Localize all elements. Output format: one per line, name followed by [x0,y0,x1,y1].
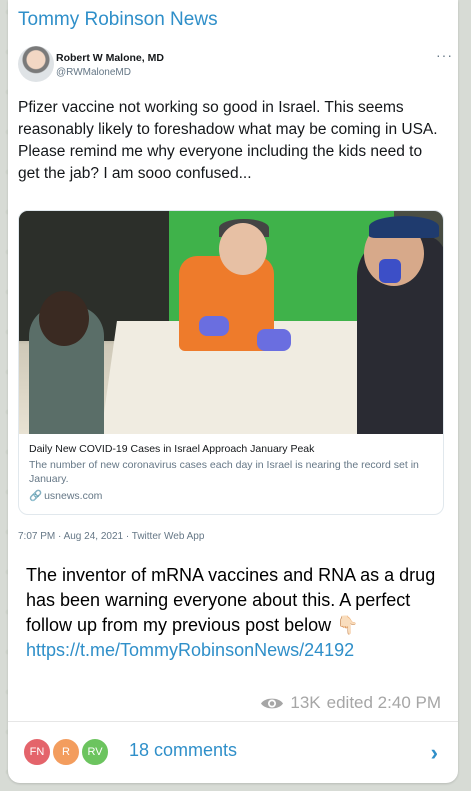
tweet-meta: 7:07 PM · Aug 24, 2021 · Twitter Web App [18,531,205,542]
article-photo [19,211,443,434]
message-text: The inventor of mRNA vaccines and RNA as… [26,565,436,635]
comments-bar[interactable]: FN R RV 18 comments › [8,722,458,783]
tweet-author-name: Robert W Malone, MD [56,52,164,64]
edited-timestamp: edited 2:40 PM [326,693,441,712]
card-domain: 🔗 usnews.com [19,486,443,502]
commenter-avatar: RV [80,737,110,767]
card-description: The number of new coronavirus cases each… [29,459,419,485]
tweet-text: Pfizer vaccine not working so good in Is… [18,99,438,182]
card-domain-text: usnews.com [44,490,103,502]
more-options-icon: ··· [436,47,453,63]
channel-title[interactable]: Tommy Robinson News [18,9,218,31]
commenter-avatar: FN [22,737,52,767]
message-link[interactable]: https://t.me/TommyRobinsonNews/24192 [26,640,354,660]
commenter-avatar: R [51,737,81,767]
link-preview-card: Daily New COVID-19 Cases in Israel Appro… [18,210,444,515]
eye-icon [261,698,284,708]
message-footer: 13K edited 2:40 PM [260,693,441,713]
tweet-author-avatar [18,46,54,82]
message-body: The inventor of mRNA vaccines and RNA as… [26,563,446,663]
comments-count-label[interactable]: 18 comments [129,740,237,761]
card-title: Daily New COVID-19 Cases in Israel Appro… [29,443,315,455]
link-icon: 🔗 [29,490,43,502]
tweet-author-handle: @RWMaloneMD [56,67,131,78]
view-count: 13K [290,693,321,712]
chevron-right-icon[interactable]: › [431,740,438,766]
